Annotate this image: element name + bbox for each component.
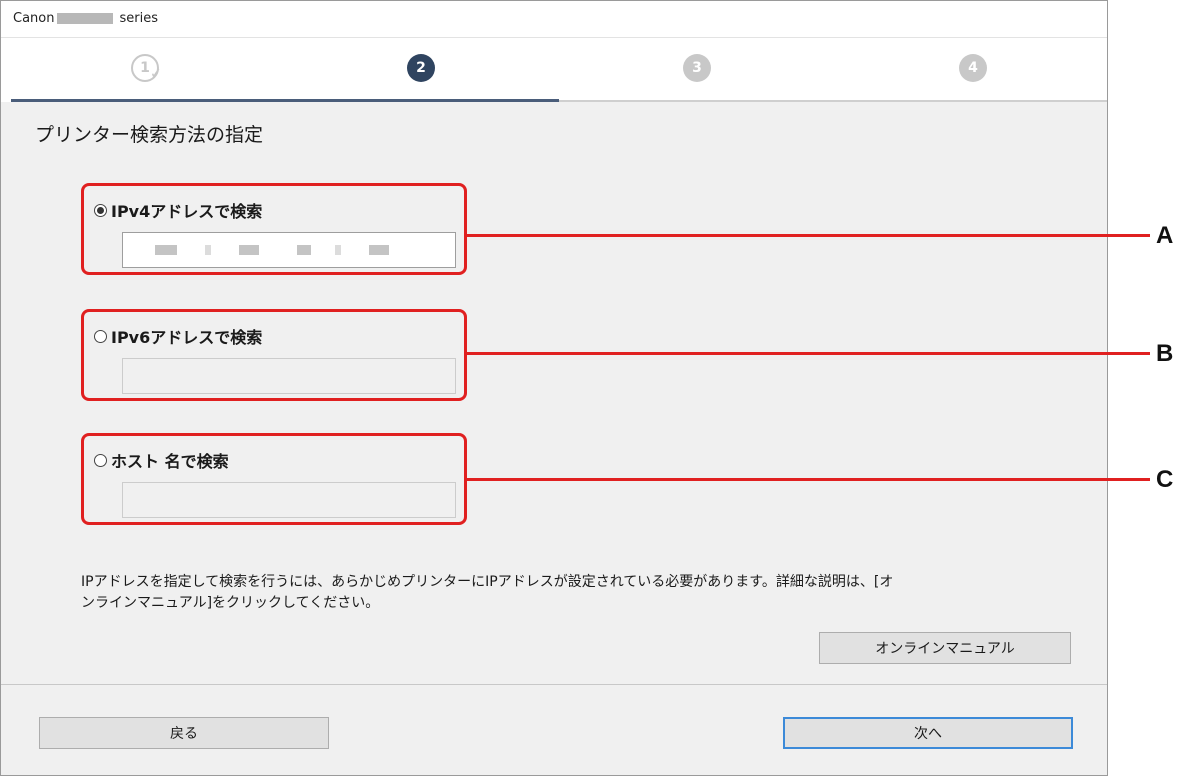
installer-window: Canon series 1 ✓ 2 3 4 プリンター検索方法の指定 IPv4… [0, 0, 1108, 776]
ipv6-address-input[interactable] [122, 358, 456, 394]
online-manual-button[interactable]: オンラインマニュアル [819, 632, 1071, 664]
title-prefix: Canon [13, 11, 55, 26]
callout-label-b: B [1156, 340, 1174, 367]
step-4-icon: 4 [959, 54, 987, 82]
window-title: Canon series [13, 11, 158, 26]
hostname-search-group: ホスト 名で検索 [81, 433, 467, 525]
check-icon: ✓ [150, 66, 162, 82]
ipv4-address-input[interactable] [122, 232, 456, 268]
step-2-icon: 2 [407, 54, 435, 82]
model-name-redacted [57, 13, 114, 24]
step-1-check-icon: 1 ✓ [131, 54, 162, 82]
ip-requirement-note: IPアドレスを指定して検索を行うには、あらかじめプリンターにIPアドレスが設定さ… [81, 572, 1081, 614]
callout-line-b [466, 352, 1150, 355]
step-progress-track [11, 99, 1107, 102]
info-line-2: ンラインマニュアル]をクリックしてください。 [81, 595, 380, 611]
page-title: プリンター検索方法の指定 [35, 124, 264, 146]
radio-unchecked-icon[interactable] [94, 453, 107, 467]
callout-line-c [466, 478, 1150, 481]
callout-label-a: A [1156, 222, 1174, 249]
back-button[interactable]: 戻る [39, 717, 329, 749]
title-bar: Canon series [1, 1, 1107, 38]
step-3-icon: 3 [683, 54, 711, 82]
ipv4-search-group: IPv4アドレスで検索 [81, 183, 467, 275]
hostname-radio-option[interactable]: ホスト 名で検索 [94, 448, 229, 472]
radio-checked-icon[interactable] [94, 203, 107, 217]
next-button[interactable]: 次へ [783, 717, 1073, 749]
step-2-label: 2 [416, 60, 426, 76]
ipv6-radio-label[interactable]: IPv6アドレスで検索 [111, 324, 262, 348]
callout-line-a [466, 234, 1150, 237]
ipv4-radio-label[interactable]: IPv4アドレスで検索 [111, 198, 262, 222]
footer-divider [1, 684, 1107, 685]
step-progress-bar [11, 99, 559, 102]
ipv6-search-group: IPv6アドレスで検索 [81, 309, 467, 401]
ip-address-redacted [133, 245, 389, 255]
ipv4-radio-option[interactable]: IPv4アドレスで検索 [94, 198, 262, 222]
hostname-radio-label[interactable]: ホスト 名で検索 [111, 448, 229, 472]
ipv6-radio-option[interactable]: IPv6アドレスで検索 [94, 324, 262, 348]
step-1-label: 1 [140, 60, 150, 76]
hostname-input[interactable] [122, 482, 456, 518]
step-3-label: 3 [692, 60, 702, 76]
info-line-1: IPアドレスを指定して検索を行うには、あらかじめプリンターにIPアドレスが設定さ… [81, 574, 894, 590]
step-indicator: 1 ✓ 2 3 4 [1, 38, 1107, 102]
step-4-label: 4 [968, 60, 978, 76]
callout-label-c: C [1156, 466, 1174, 493]
title-suffix: series [119, 11, 158, 26]
radio-unchecked-icon[interactable] [94, 329, 107, 343]
